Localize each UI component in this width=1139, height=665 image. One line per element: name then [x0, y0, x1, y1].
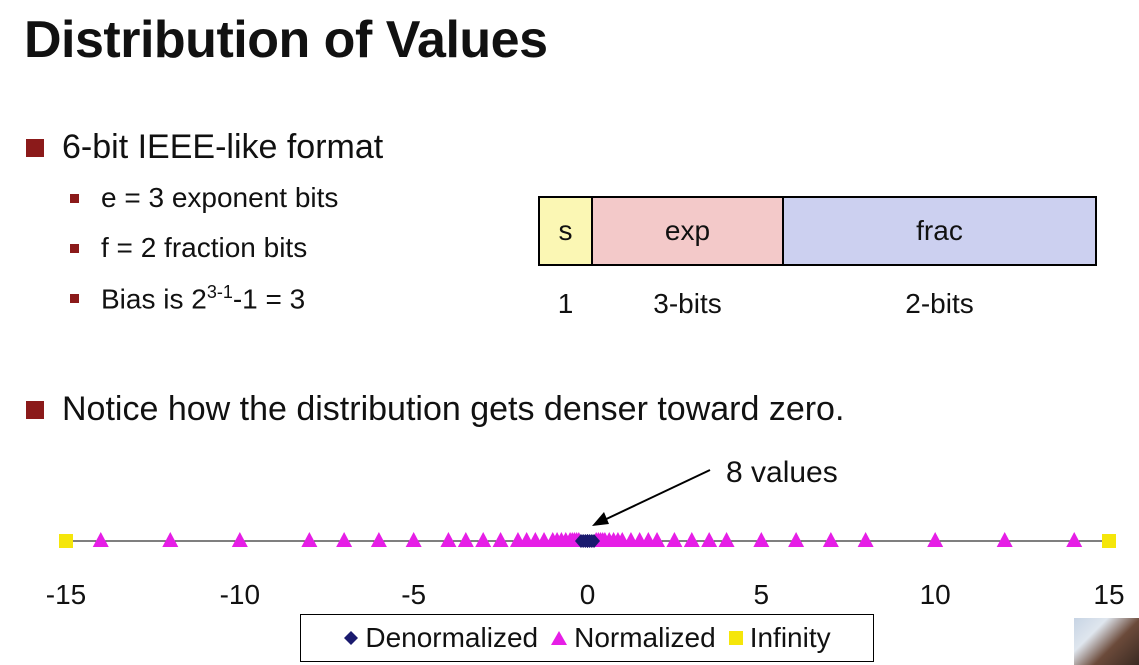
sub-bullet-marker	[70, 193, 79, 203]
number-line-chart: 8 values -15 -10 -5 0 5 10 15	[46, 456, 1125, 610]
legend-normalized: Normalized	[550, 622, 716, 654]
normalized-point	[718, 532, 735, 547]
infinity-point	[59, 534, 73, 548]
speaker-video-thumbnail	[1074, 618, 1139, 665]
sub-bullet-marker	[70, 294, 79, 304]
legend-denormalized-label: Denormalized	[365, 622, 539, 653]
field-frac: frac	[782, 196, 1097, 266]
legend-normalized-label: Normalized	[574, 622, 716, 653]
normalized-point	[753, 532, 770, 547]
legend-denormalized: Denormalized	[343, 622, 538, 654]
normalized-point	[492, 532, 509, 547]
legend-infinity-label: Infinity	[749, 622, 831, 653]
field-exp-width: 3-bits	[653, 288, 722, 319]
normalized-point	[475, 532, 492, 547]
normalized-point	[440, 532, 457, 547]
normalized-point	[92, 532, 109, 547]
field-frac-width: 2-bits	[905, 288, 974, 319]
field-exp: exp	[591, 196, 784, 266]
bullet-marker	[26, 400, 44, 419]
field-sign-label: s	[558, 215, 573, 246]
normalized-point	[701, 532, 718, 547]
normalized-point	[405, 532, 422, 547]
bullet-notice-text: Notice how the distribution gets denser …	[62, 390, 845, 428]
sub-bullet-frac-text: f = 2 fraction bits	[101, 232, 308, 263]
bullet-notice: Notice how the distribution gets denser …	[26, 390, 844, 429]
normalized-point	[231, 532, 248, 547]
tick-label: -5	[401, 579, 426, 610]
sub-bullet-exp-text: e = 3 exponent bits	[101, 182, 339, 213]
tick-label: -10	[220, 579, 260, 610]
triangle-icon	[551, 631, 568, 645]
legend-infinity: Infinity	[728, 622, 831, 654]
sub-bullet-frac: f = 2 fraction bits	[70, 232, 307, 264]
normalized-point	[336, 532, 353, 547]
slide-title: Distribution of Values	[24, 11, 548, 69]
tick-label: 0	[580, 579, 596, 610]
normalized-point	[683, 532, 700, 547]
sub-bullet-marker	[70, 243, 79, 253]
normalized-point	[927, 532, 944, 547]
normalized-point	[370, 532, 387, 547]
tick-label: -15	[46, 579, 86, 610]
field-exp-label: exp	[664, 215, 711, 246]
annotation-label: 8 values	[726, 456, 838, 489]
normalized-point	[666, 532, 683, 547]
bullet-marker	[26, 138, 44, 157]
field-sign: s	[538, 196, 593, 266]
infinity-point	[1102, 534, 1116, 548]
chart-legend: Denormalized Normalized Infinity	[300, 614, 874, 662]
bullet-format-text: 6-bit IEEE-like format	[62, 128, 384, 166]
normalized-point	[457, 532, 474, 547]
square-icon	[728, 631, 743, 645]
tick-label: 15	[1093, 579, 1124, 610]
field-sign-width: 1	[557, 288, 574, 319]
annotation-arrow	[599, 469, 711, 523]
tick-label: 5	[754, 579, 770, 610]
sub-bullet-bias: Bias is 23-1-1 = 3	[70, 282, 305, 315]
diamond-icon	[344, 631, 359, 645]
normalized-point	[1066, 532, 1083, 547]
normalized-point	[822, 532, 839, 547]
tick-label: 10	[920, 579, 951, 610]
normalized-point	[162, 532, 179, 547]
normalized-point	[996, 532, 1013, 547]
bullet-format: 6-bit IEEE-like format	[26, 128, 383, 167]
normalized-point	[301, 532, 318, 547]
arrow-head	[592, 512, 609, 526]
sub-bullet-bias-text: Bias is 23-1-1 = 3	[101, 282, 306, 315]
sub-bullet-exp: e = 3 exponent bits	[70, 182, 338, 214]
normalized-point	[857, 532, 874, 547]
field-frac-label: frac	[916, 215, 963, 246]
normalized-point	[788, 532, 805, 547]
